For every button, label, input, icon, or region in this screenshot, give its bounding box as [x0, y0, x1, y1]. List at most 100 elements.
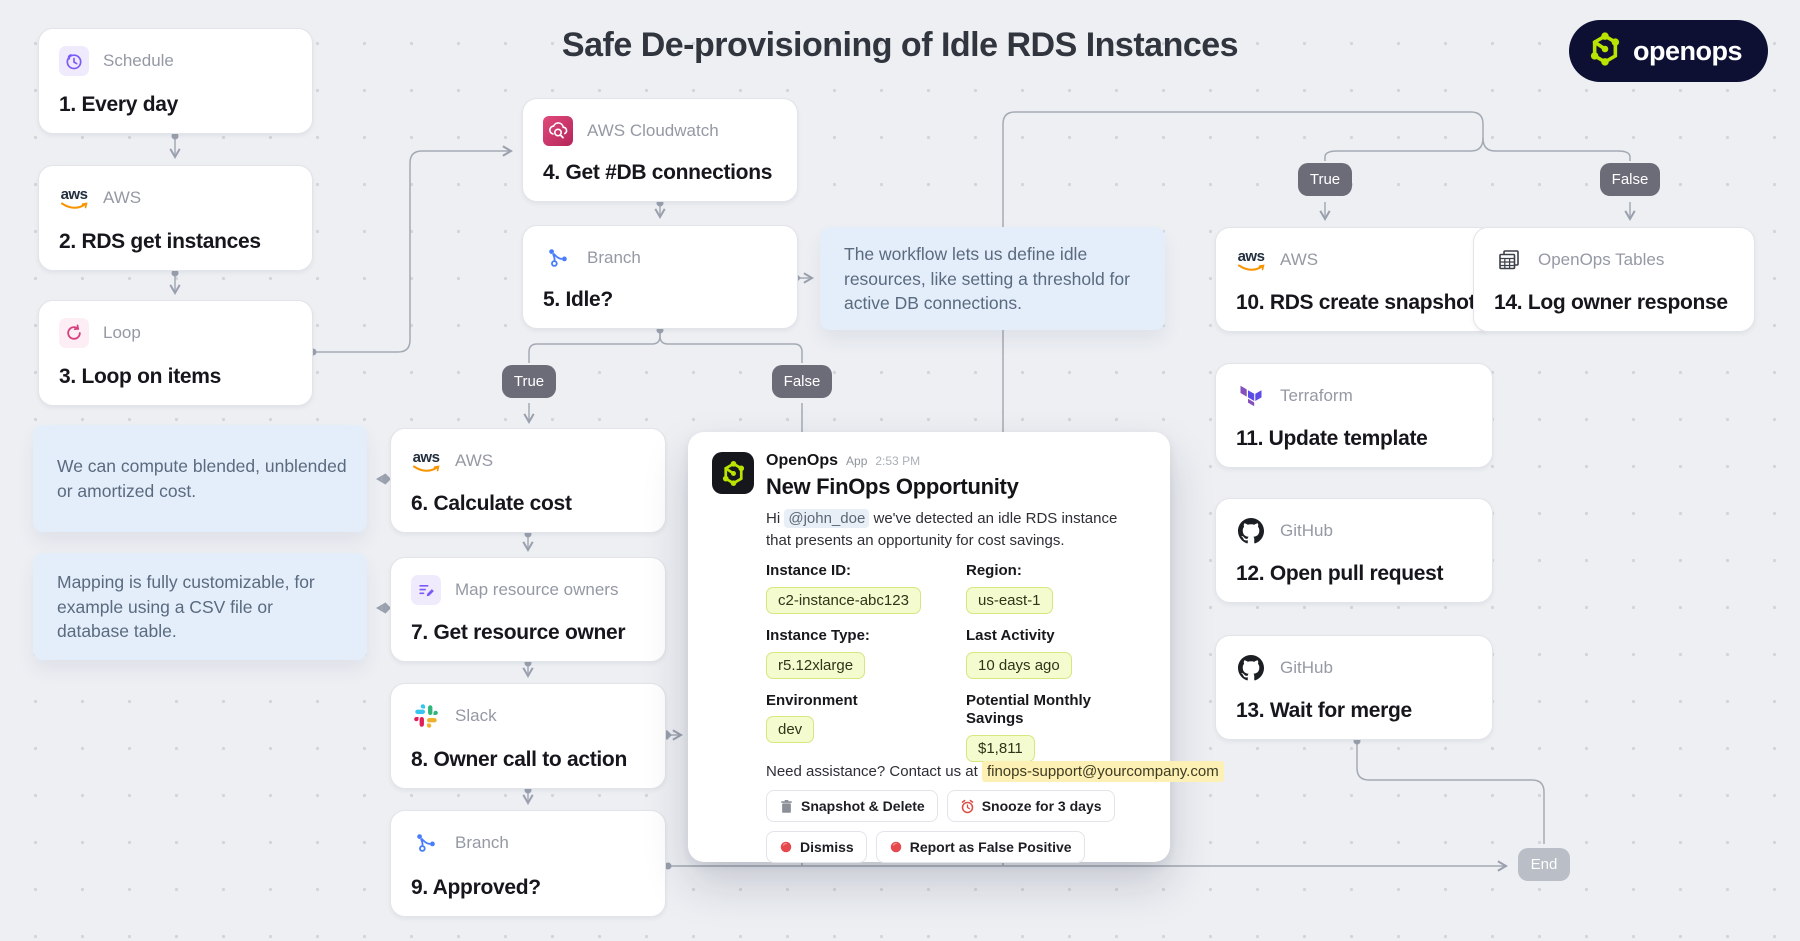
node-header: Branch	[411, 828, 509, 858]
node-app-label: GitHub	[1280, 521, 1333, 540]
slack-icon	[411, 701, 441, 731]
red-dot-icon	[779, 840, 793, 854]
cloudwatch-icon	[543, 116, 573, 146]
node-header: GitHub	[1236, 516, 1333, 546]
node-app-label: Schedule	[103, 51, 174, 70]
node-1-every-day[interactable]: Schedule 1. Every day	[38, 28, 313, 134]
field-label: Instance ID:	[766, 562, 852, 579]
node-app-label: Slack	[455, 706, 497, 725]
node-title: 11. Update template	[1236, 427, 1428, 450]
node-app-label: Loop	[103, 323, 141, 342]
node-app-label: OpenOps Tables	[1538, 250, 1665, 269]
field-value-badge: 10 days ago	[966, 651, 1072, 679]
openops-avatar	[712, 452, 754, 494]
branch-false-badge-approved: False	[1600, 163, 1660, 196]
node-4-get-db-connections[interactable]: AWS Cloudwatch 4. Get #DB connections	[522, 98, 798, 202]
snooze-for-3-days-button[interactable]: Snooze for 3 days	[946, 790, 1115, 822]
map-owners-icon	[411, 575, 441, 605]
field-label: Potential Monthly Savings	[966, 691, 1091, 728]
message-field: Instance Type: r5.12xlarge	[766, 627, 952, 679]
field-label: Environment	[766, 691, 858, 709]
message-field: Environment dev	[766, 692, 952, 763]
node-6-calculate-cost[interactable]: aws AWS 6. Calculate cost	[390, 428, 666, 533]
message-timestamp: 2:53 PM	[875, 454, 921, 468]
node-header: Loop	[59, 318, 141, 348]
tables-icon	[1494, 245, 1524, 275]
note-mapping-customizable: Mapping is fully customizable, for examp…	[33, 553, 367, 660]
node-app-label: Map resource owners	[455, 580, 619, 599]
message-field: Region: us-east-1	[966, 562, 1116, 614]
node-header: aws AWS	[59, 183, 141, 213]
branch-true-badge-approved: True	[1298, 163, 1352, 196]
message-field: Potential Monthly Savings $1,811	[966, 691, 1116, 762]
node-title: 9. Approved?	[411, 876, 541, 899]
node-title: 13. Wait for merge	[1236, 699, 1412, 722]
node-app-label: Branch	[455, 833, 509, 852]
node-app-label: Terraform	[1280, 386, 1353, 405]
node-app-label: AWS	[103, 188, 142, 207]
node-3-loop-on-items[interactable]: Loop 3. Loop on items	[38, 300, 313, 406]
body-prefix: Hi	[766, 510, 781, 527]
node-header: Map resource owners	[411, 575, 618, 605]
field-value-badge: dev	[766, 716, 815, 744]
trash-icon	[779, 799, 794, 814]
field-label: Last Activity	[966, 626, 1055, 644]
node-13-wait-for-merge[interactable]: GitHub 13. Wait for merge	[1215, 635, 1493, 740]
red-dot-icon	[889, 840, 903, 854]
node-5-idle-[interactable]: Branch 5. Idle?	[522, 225, 798, 329]
node-title: 12. Open pull request	[1236, 562, 1444, 585]
terraform-icon	[1236, 381, 1266, 411]
node-11-update-template[interactable]: Terraform 11. Update template	[1215, 363, 1493, 468]
node-app-label: GitHub	[1280, 658, 1333, 677]
node-header: aws AWS	[411, 446, 493, 476]
node-title: 1. Every day	[59, 93, 178, 116]
node-12-open-pull-request[interactable]: GitHub 12. Open pull request	[1215, 498, 1493, 603]
support-email-link[interactable]: finops-support@yourcompany.com	[981, 761, 1224, 782]
node-title: 8. Owner call to action	[411, 748, 627, 771]
action-label: Snooze for 3 days	[981, 798, 1102, 814]
aws-icon: aws	[411, 446, 441, 476]
node-9-approved-[interactable]: Branch 9. Approved?	[390, 810, 666, 917]
node-title: 6. Calculate cost	[411, 492, 572, 515]
github-icon	[1236, 516, 1266, 546]
node-app-label: AWS	[455, 451, 494, 470]
field-label: Instance Type:	[766, 626, 870, 644]
node-header: GitHub	[1236, 653, 1333, 683]
node-8-owner-call-to-action[interactable]: Slack 8. Owner call to action	[390, 683, 666, 789]
field-value-badge: r5.12xlarge	[766, 651, 866, 679]
node-7-get-resource-owner[interactable]: Map resource owners 7. Get resource owner	[390, 557, 666, 662]
slack-message-card: OpenOps App 2:53 PM New FinOps Opportuni…	[688, 432, 1224, 863]
user-mention[interactable]: @john_doe	[784, 509, 870, 528]
assist-line: Need assistance? Contact us at finops-su…	[766, 761, 1224, 782]
node-14-log-owner-response[interactable]: OpenOps Tables 14. Log owner response	[1473, 227, 1755, 332]
message-field: Last Activity 10 days ago	[966, 627, 1116, 679]
note-text: We can compute blended, unblended or amo…	[57, 456, 347, 501]
openops-glyph-icon	[1587, 31, 1623, 72]
node-header: Branch	[543, 243, 641, 273]
assist-prefix: Need assistance? Contact us at	[766, 763, 978, 780]
node-header: OpenOps Tables	[1494, 245, 1664, 275]
field-value-badge: c2-instance-abc123	[766, 586, 921, 614]
node-10-rds-create-snapshot[interactable]: aws AWS 10. RDS create snapshot	[1215, 227, 1493, 332]
node-header: Slack	[411, 701, 497, 731]
node-title: 5. Idle?	[543, 288, 613, 311]
node-title: 10. RDS create snapshot	[1236, 291, 1476, 314]
branch-true-badge-idle: True	[502, 365, 556, 398]
node-title: 3. Loop on items	[59, 365, 222, 388]
message-sender-type: App	[846, 454, 868, 468]
node-title: 4. Get #DB connections	[543, 161, 773, 184]
branch-icon	[411, 828, 441, 858]
report-as-false-positive-button[interactable]: Report as False Positive	[875, 831, 1085, 863]
node-title: 14. Log owner response	[1494, 291, 1728, 314]
action-label: Report as False Positive	[909, 839, 1072, 855]
message-body: Hi @john_doe we've detected an idle RDS …	[766, 508, 1144, 552]
message-sender: OpenOps	[766, 452, 839, 469]
snapshot-delete-button[interactable]: Snapshot & Delete	[766, 790, 938, 822]
dismiss-button[interactable]: Dismiss	[766, 831, 867, 863]
message-heading: New FinOps Opportunity	[766, 474, 1019, 499]
openops-logo: openops	[1569, 20, 1768, 82]
loop-icon	[59, 318, 89, 348]
schedule-icon	[59, 46, 89, 76]
node-2-rds-get-instances[interactable]: aws AWS 2. RDS get instances	[38, 165, 313, 271]
node-app-label: AWS	[1280, 250, 1319, 269]
